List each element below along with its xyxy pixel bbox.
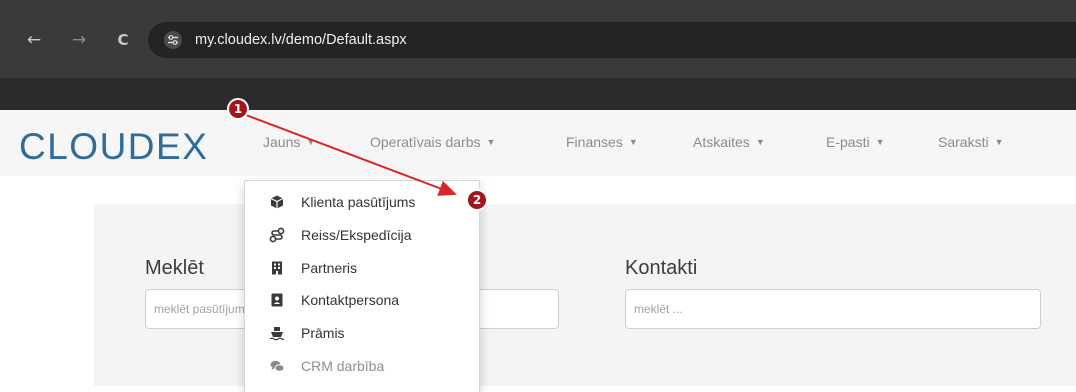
annotation-badge-2: 2 xyxy=(466,189,488,211)
annotation-badge-1: 1 xyxy=(227,98,249,120)
annotation-arrow xyxy=(245,114,457,196)
